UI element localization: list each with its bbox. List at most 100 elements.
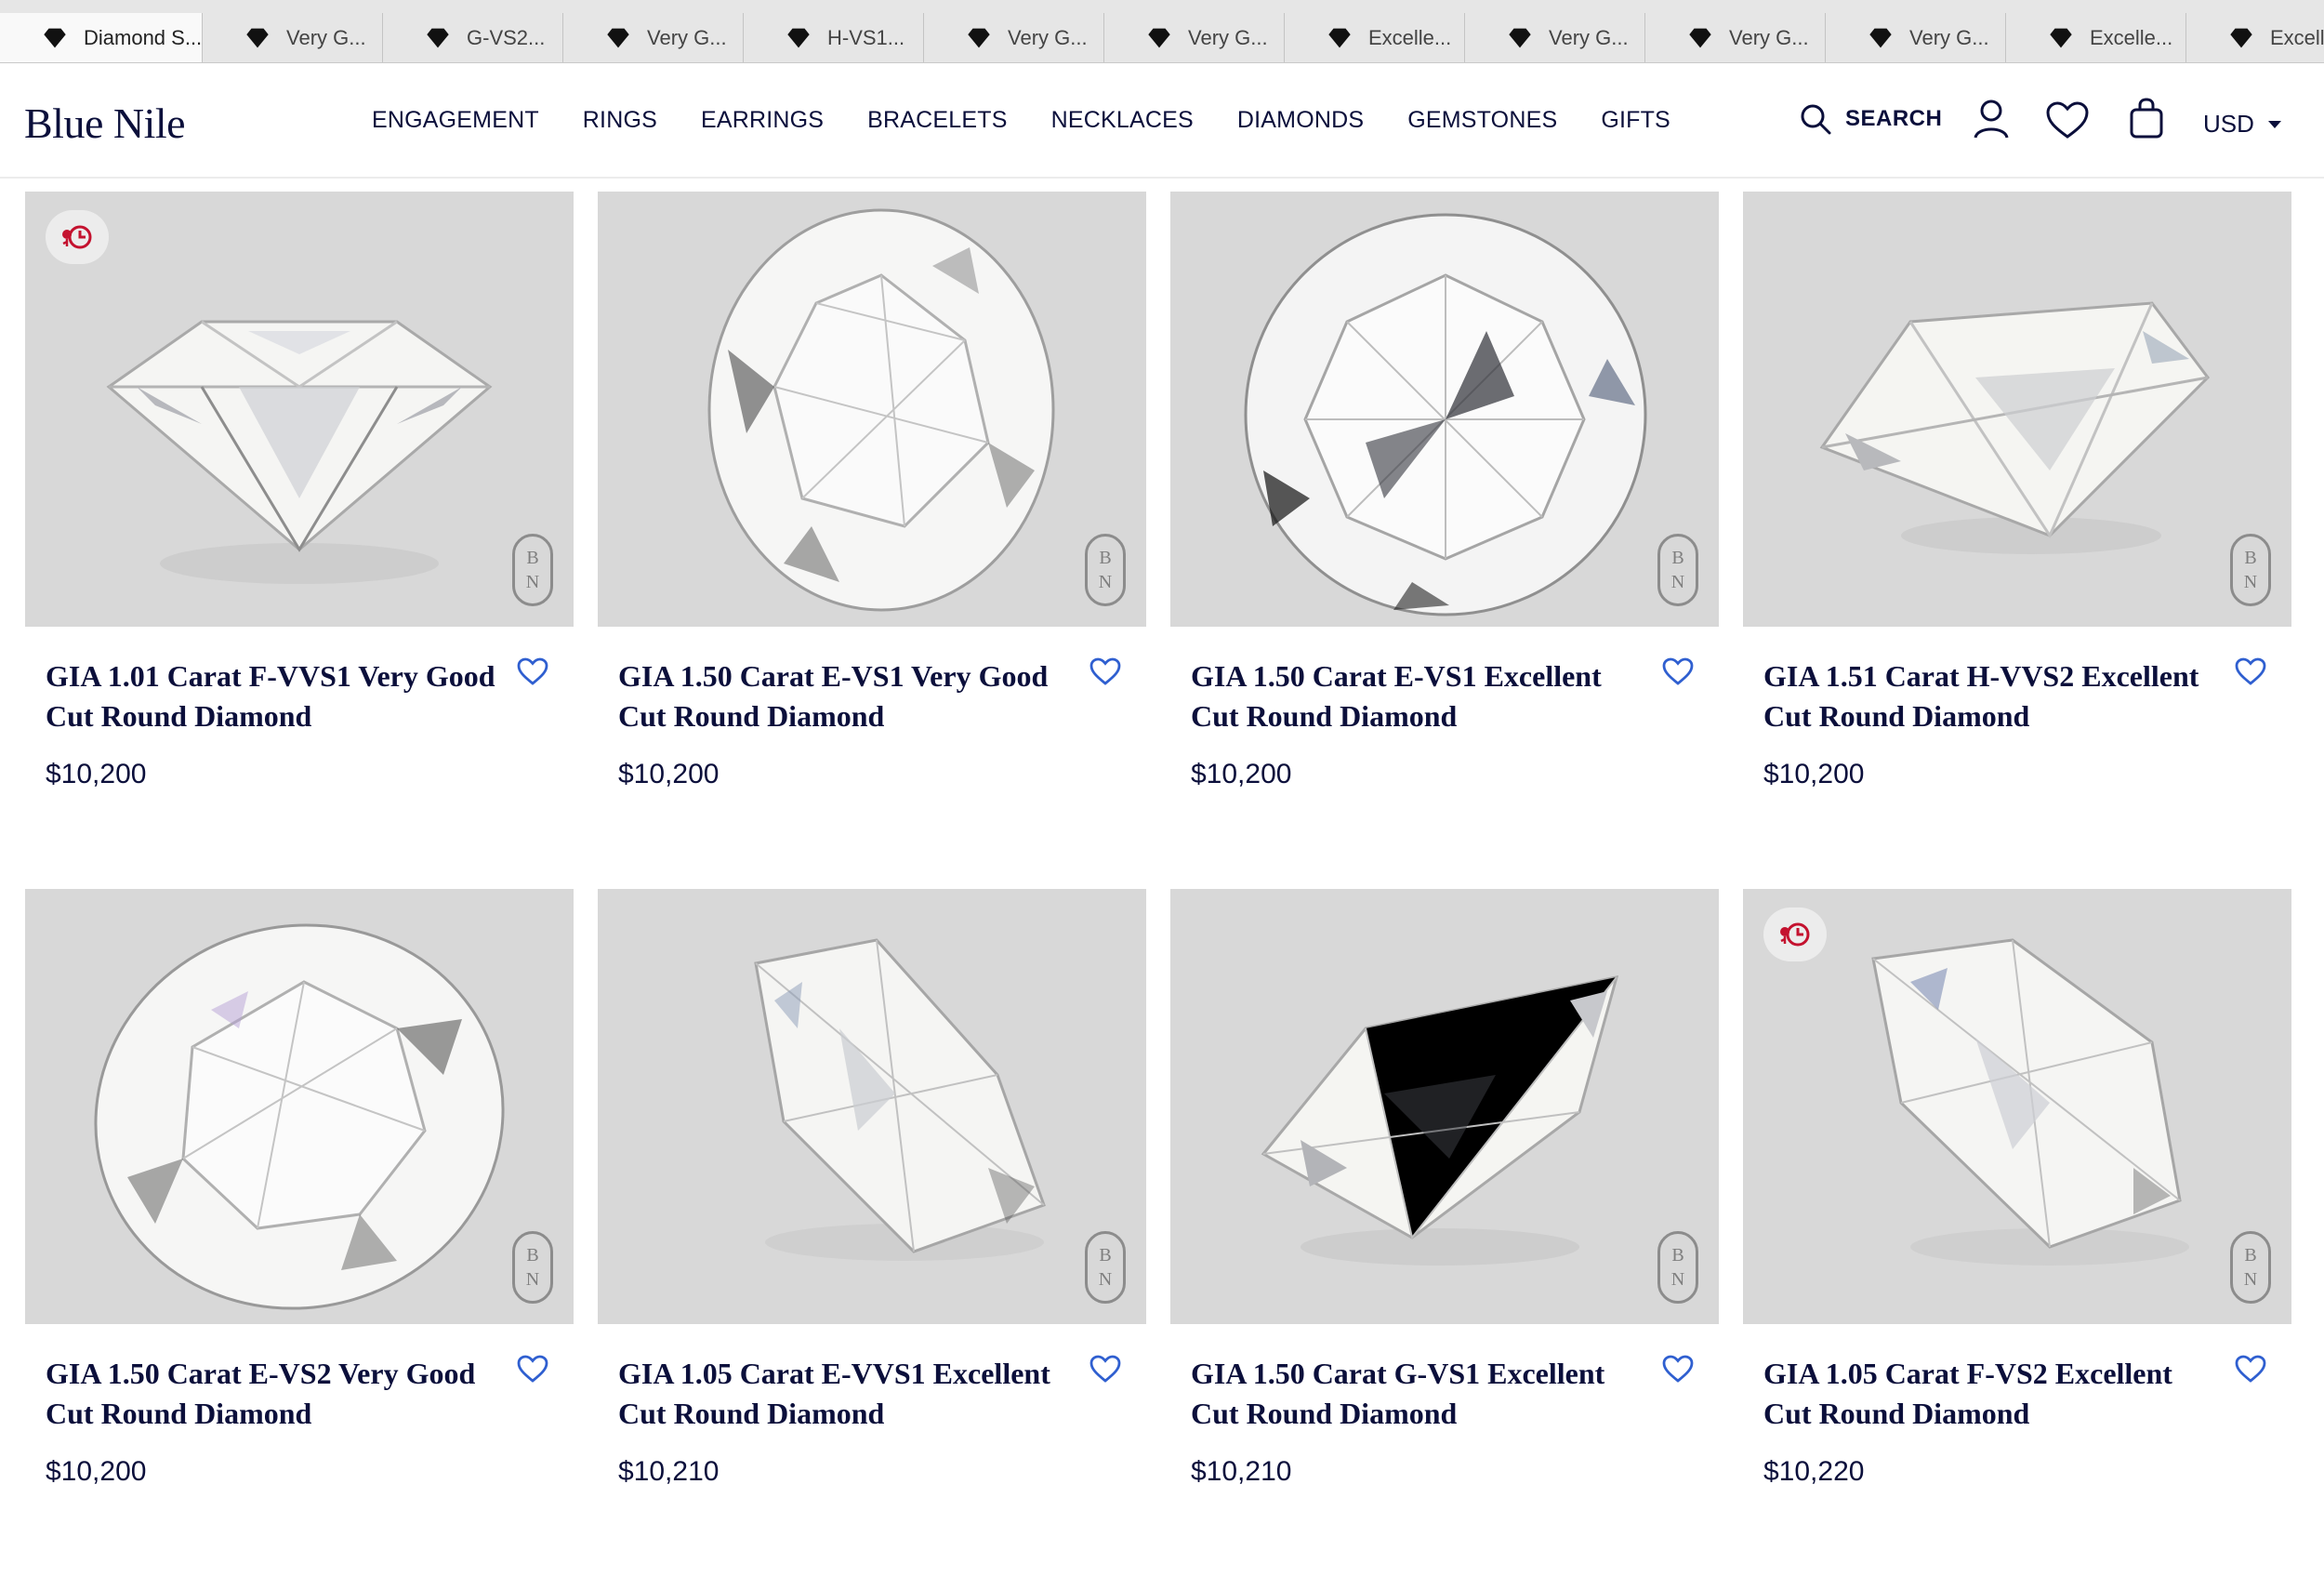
browser-tab[interactable]: G-VS2... [383,13,563,62]
product-image[interactable]: B N [1743,889,2291,1324]
nav-gemstones[interactable]: GEMSTONES [1407,107,1557,134]
shopping-bag-icon[interactable] [2129,97,2164,139]
product-card[interactable]: B N GIA 1.05 Carat F-VS2 Excellent Cut R… [1743,889,2291,1577]
browser-tab-label: Very G... [286,26,366,49]
product-title[interactable]: GIA 1.51 Carat H-VVS2 Excellent Cut Roun… [1763,656,2219,736]
search-button[interactable]: SEARCH [1799,102,1942,136]
nav-necklaces[interactable]: NECKLACES [1051,107,1194,134]
recently-viewed-badge [46,210,109,264]
blue-nile-logo[interactable]: Blue Nile [24,99,186,148]
browser-tab[interactable]: Diamond S... [0,13,203,62]
account-icon[interactable] [1973,99,2010,139]
product-image[interactable]: B N [1743,192,2291,627]
product-card[interactable]: B N GIA 1.50 Carat E-VS2 Very Good Cut R… [25,889,574,1577]
brand-watermark: B N [2230,534,2271,606]
browser-tab-label: Very G... [1549,26,1629,49]
browser-tab[interactable]: Excelle... [2186,13,2324,62]
product-title[interactable]: GIA 1.50 Carat G-VS1 Excellent Cut Round… [1191,1354,1646,1434]
watermark-letter-b: B [1671,548,1684,568]
diamond-photo [1244,213,1647,616]
product-price: $10,210 [1191,1456,1292,1487]
product-card[interactable]: B N GIA 1.01 Carat F-VVS1 Very Good Cut … [25,192,574,880]
nav-diamonds[interactable]: DIAMONDS [1237,107,1364,134]
favorite-heart-icon[interactable] [1089,1354,1122,1384]
product-card[interactable]: B N GIA 1.50 Carat E-VS1 Very Good Cut R… [598,192,1146,880]
browser-tab[interactable]: Excelle... [1285,13,1465,62]
product-title[interactable]: GIA 1.01 Carat F-VVS1 Very Good Cut Roun… [46,656,501,736]
product-price: $10,200 [46,759,147,789]
favorite-heart-icon[interactable] [2234,656,2267,686]
diamond-favicon-icon [2230,28,2252,48]
product-price: $10,210 [618,1456,720,1487]
browser-tab[interactable]: Very G... [1104,13,1285,62]
watermark-letter-b: B [1099,548,1112,568]
watermark-letter-n: N [2243,1269,2258,1290]
product-image[interactable]: B N [25,192,574,627]
diamond-favicon-icon [1509,28,1531,48]
browser-tab[interactable]: Excelle... [2006,13,2186,62]
nav-rings[interactable]: RINGS [583,107,657,134]
browser-tab-label: Excelle... [1368,26,1452,49]
favorite-heart-icon[interactable] [1661,656,1695,686]
favorite-heart-icon[interactable] [516,1354,549,1384]
diamond-photo [94,923,505,1310]
browser-tab-label: Diamond S... [84,26,203,49]
diamond-photo [754,938,1046,1261]
browser-tab[interactable]: Very G... [1465,13,1645,62]
product-image[interactable]: B N [25,889,574,1324]
favorite-heart-icon[interactable] [1089,656,1122,686]
browser-tab-label: H-VS1... [827,26,905,49]
nav-gifts[interactable]: GIFTS [1601,107,1670,134]
browser-tab[interactable]: Very G... [1645,13,1826,62]
product-image[interactable]: B N [598,192,1146,627]
nav-bracelets[interactable]: BRACELETS [867,107,1007,134]
browser-tab[interactable]: Very G... [563,13,744,62]
brand-watermark: B N [512,1231,553,1304]
product-card[interactable]: B N GIA 1.05 Carat E-VVS1 Excellent Cut … [598,889,1146,1577]
product-card[interactable]: B N GIA 1.50 Carat G-VS1 Excellent Cut R… [1170,889,1719,1577]
search-icon [1801,104,1831,135]
diamond-photo [1819,301,2210,554]
favorite-heart-icon[interactable] [1661,1354,1695,1384]
diamond-photo [1871,938,2189,1266]
currency-label: USD [2203,110,2254,138]
product-card[interactable]: B N GIA 1.51 Carat H-VVS2 Excellent Cut … [1743,192,2291,880]
browser-tab-label: Very G... [1909,26,1989,49]
diamond-favicon-icon [427,28,449,48]
diamond-photo [106,320,493,584]
brand-watermark: B N [1085,1231,1126,1304]
browser-tab[interactable]: Very G... [1826,13,2006,62]
product-price: $10,200 [1763,759,1865,789]
browser-tab[interactable]: Very G... [924,13,1104,62]
product-title[interactable]: GIA 1.50 Carat E-VS2 Very Good Cut Round… [46,1354,501,1434]
nav-engagement[interactable]: ENGAGEMENT [372,107,539,134]
watermark-letter-b: B [526,1245,539,1266]
diamond-favicon-icon [44,28,66,48]
diamond-favicon-icon [607,28,629,48]
browser-tab[interactable]: H-VS1... [744,13,924,62]
product-title[interactable]: GIA 1.05 Carat F-VS2 Excellent Cut Round… [1763,1354,2219,1434]
product-image[interactable]: B N [598,889,1146,1324]
currency-selector[interactable]: USD [2203,110,2282,139]
product-price: $10,200 [618,759,720,789]
watermark-letter-n: N [1098,572,1113,592]
product-title[interactable]: GIA 1.50 Carat E-VS1 Very Good Cut Round… [618,656,1074,736]
wishlist-icon[interactable] [2045,100,2090,139]
brand-watermark: B N [1657,1231,1698,1304]
browser-tab-label: Very G... [647,26,727,49]
product-price: $10,200 [46,1456,147,1487]
browser-tab-label: Very G... [1008,26,1088,49]
favorite-heart-icon[interactable] [2234,1354,2267,1384]
product-card[interactable]: B N GIA 1.50 Carat E-VS1 Excellent Cut R… [1170,192,1719,880]
nav-earrings[interactable]: EARRINGS [701,107,824,134]
diamond-favicon-icon [1689,28,1711,48]
product-price: $10,200 [1191,759,1292,789]
product-image[interactable]: B N [1170,192,1719,627]
product-image[interactable]: B N [1170,889,1719,1324]
product-title[interactable]: GIA 1.05 Carat E-VVS1 Excellent Cut Roun… [618,1354,1074,1434]
product-title[interactable]: GIA 1.50 Carat E-VS1 Excellent Cut Round… [1191,656,1646,736]
favorite-heart-icon[interactable] [516,656,549,686]
browser-tab-label: Very G... [1729,26,1809,49]
browser-tab[interactable]: Very G... [203,13,383,62]
caret-down-icon [2267,120,2281,128]
